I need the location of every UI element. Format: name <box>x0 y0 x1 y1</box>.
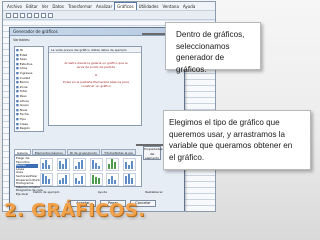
callout-bottom-pointer <box>136 144 165 146</box>
menu-item[interactable]: Analizar <box>94 2 114 10</box>
chart-thumbnail[interactable] <box>40 158 53 171</box>
footer-link[interactable]: Restablecer <box>145 190 163 195</box>
canvas-message-drag: Arrastre desde la galería un gráfico que… <box>64 61 128 69</box>
menu-item[interactable]: Transformar <box>66 2 94 10</box>
canvas-message-or: O <box>94 73 98 77</box>
slide-title: 2. GRÁFICOS. <box>4 200 146 221</box>
menu-item[interactable]: Gráficos <box>114 2 137 10</box>
chart-thumbnail[interactable] <box>40 172 53 186</box>
chart-thumbnails[interactable] <box>40 158 140 186</box>
chart-icon[interactable] <box>41 12 46 18</box>
chart-thumbnail[interactable] <box>56 172 70 186</box>
menu-item[interactable]: Ayuda <box>181 2 197 10</box>
chart-thumbnail[interactable] <box>56 158 70 171</box>
save-icon[interactable] <box>13 12 18 18</box>
callout-top: Dentro de gráficos, seleccionamos genera… <box>165 22 261 74</box>
menu-item[interactable]: Archivo <box>5 2 24 10</box>
chart-thumbnail[interactable] <box>122 158 136 171</box>
footer-link[interactable]: Datos de ejemplo <box>33 190 59 195</box>
canvas-message-basic: Pulse en la pestaña Elementos básicos pa… <box>63 80 129 88</box>
dialog-title: Generador de gráficos <box>10 28 184 36</box>
chart-thumbnail[interactable] <box>89 158 103 171</box>
menu-bar: Archivo Editar Ver Datos Transformar Analizar… <box>3 2 215 11</box>
chart-thumbnail[interactable] <box>73 158 86 171</box>
menu-item[interactable]: Datos <box>50 2 66 10</box>
chart-thumbnail[interactable] <box>89 172 103 186</box>
menu-item[interactable]: Utilidades <box>137 2 161 10</box>
chart-thumbnail[interactable] <box>73 172 86 186</box>
chart-thumbnail[interactable] <box>106 172 119 186</box>
chart-preview-canvas[interactable]: La vista previa del gráfico utiliza dato… <box>48 46 142 126</box>
chart-builder-dialog: Generador de gráficos Variables: IDEdadS… <box>9 27 185 211</box>
redo-icon[interactable] <box>34 12 39 18</box>
variable-item[interactable]: Región <box>16 126 42 131</box>
variables-list[interactable]: IDEdadSexoEstudiosAñosIngresosCiudadBarr… <box>14 46 44 132</box>
dialog-footer: Datos de ejemplo Ayuda Restablecer <box>14 190 182 195</box>
footer-link[interactable]: Ayuda <box>98 190 107 195</box>
toolbar <box>3 11 215 20</box>
chart-thumbnail[interactable] <box>106 158 119 171</box>
open-icon[interactable] <box>6 12 11 18</box>
menu-item[interactable]: Editar <box>24 2 40 10</box>
undo-icon[interactable] <box>27 12 32 18</box>
element-properties-button[interactable]: Propiedades del elemento <box>143 146 162 160</box>
variables-label: Variables: <box>13 38 31 42</box>
find-icon[interactable] <box>48 12 53 18</box>
callout-bottom: Elegimos el tipo de gráfico que queremos… <box>163 110 311 170</box>
menu-item[interactable]: Ventana <box>160 2 180 10</box>
chart-gallery: Elegir de: Favoritos Barras Línea Área Sector… <box>14 155 142 196</box>
canvas-header: La vista previa del gráfico utiliza dato… <box>49 47 141 53</box>
chart-thumbnail[interactable] <box>122 172 136 186</box>
print-icon[interactable] <box>20 12 25 18</box>
menu-item[interactable]: Ver <box>40 2 51 10</box>
